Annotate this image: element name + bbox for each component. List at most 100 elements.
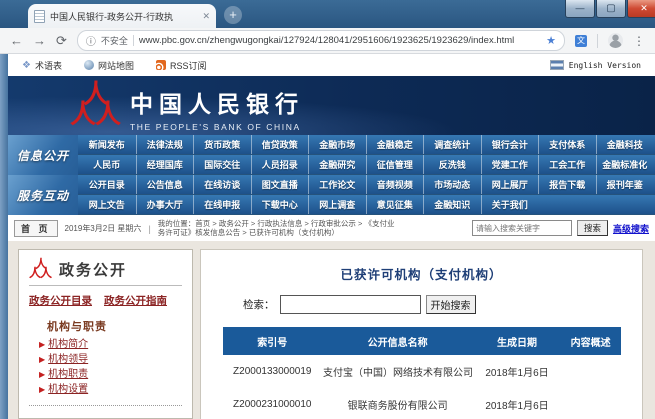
address-bar[interactable]: 不安全 www.pbc.gov.cn/zhengwugongkai/127924…: [77, 30, 565, 51]
glossary-label: 术语表: [35, 59, 62, 72]
nav-item[interactable]: 公告信息: [136, 175, 194, 194]
nav-item[interactable]: 工会工作: [538, 155, 596, 174]
site-search-input[interactable]: [472, 220, 572, 236]
browser-window: 中国人民银行-政务公开-行政执 不安全 www.pbc.gov.cn/zheng…: [0, 0, 655, 419]
close-button[interactable]: [627, 0, 655, 18]
content-search-input[interactable]: [280, 295, 421, 314]
sidebar-title: 政务公开: [59, 259, 127, 280]
nav-item[interactable]: 法律法规: [136, 135, 194, 154]
nav-label-service-interaction[interactable]: 服务互动: [8, 175, 78, 215]
nav-item[interactable]: 金融研究: [308, 155, 366, 174]
sitemap-link[interactable]: 网站地图: [84, 59, 134, 72]
nav-item[interactable]: 党建工作: [481, 155, 539, 174]
sitemap-label: 网站地图: [98, 59, 134, 72]
nav-item[interactable]: 网上文告: [78, 195, 136, 214]
nav-item[interactable]: 办事大厅: [136, 195, 194, 214]
window-frame-edge: [0, 54, 8, 419]
nav-item[interactable]: 网上调查: [308, 195, 366, 214]
nav-item[interactable]: 金融稳定: [366, 135, 424, 154]
license-table: 索引号公开信息名称生成日期内容概述 Z2000133000019 支付宝（中国）…: [223, 327, 621, 419]
nav-item[interactable]: 货币政策: [193, 135, 251, 154]
new-tab-button[interactable]: [224, 6, 242, 24]
profile-avatar[interactable]: [608, 33, 623, 48]
translate-icon[interactable]: [575, 35, 587, 47]
nav-item[interactable]: 报告下载: [538, 175, 596, 194]
nav-item[interactable]: 报刊年鉴: [596, 175, 654, 194]
nav-item[interactable]: 图文直播: [251, 175, 309, 194]
table-header-cell: 公开信息名称: [322, 327, 473, 355]
sidebar-top-link[interactable]: 政务公开指南: [104, 293, 167, 308]
pbc-emblem-icon: 人人人: [70, 81, 118, 129]
info-name-cell: 银联商务股份有限公司: [322, 388, 473, 419]
nav-item[interactable]: 新闻发布: [78, 135, 136, 154]
sitemap-globe-icon: [84, 60, 94, 70]
sidebar-item-label: 机构领导: [48, 352, 88, 367]
nav-row: 网上文告办事大厅在线申报下载中心网上调查意见征集金融知识关于我们: [78, 195, 655, 215]
sidebar-item[interactable]: 机构职责: [39, 367, 182, 382]
page-favicon-icon: [34, 10, 45, 23]
sidebar-item-group: 机构简介 机构领导 机构职责: [29, 337, 182, 397]
nav-item[interactable]: 意见征集: [366, 195, 424, 214]
tab-close-icon[interactable]: [202, 11, 210, 22]
bookmark-star-icon[interactable]: [546, 34, 556, 47]
index-number-cell: Z2000133000019: [223, 355, 323, 388]
nav-item[interactable]: 在线访谈: [193, 175, 251, 194]
glossary-link[interactable]: 术语表: [22, 59, 62, 72]
nav-item[interactable]: 银行会计: [481, 135, 539, 154]
nav-item[interactable]: 市场动态: [423, 175, 481, 194]
minimize-button[interactable]: [565, 0, 595, 18]
nav-item[interactable]: 征信管理: [366, 155, 424, 174]
sidebar-item[interactable]: 机构领导: [39, 352, 182, 367]
sidebar-item[interactable]: 机构简介: [39, 337, 182, 352]
nav-item[interactable]: 金融市场: [308, 135, 366, 154]
main-navigation: 信息公开 新闻发布法律法规货币政策信贷政策金融市场金融稳定调查统计银行会计支付体…: [8, 135, 655, 215]
sidebar-top-link[interactable]: 政务公开目录: [29, 293, 92, 308]
site-utility-bar: 术语表 网站地图 RSS订阅 English Version: [8, 54, 655, 76]
nav-item[interactable]: 人民币: [78, 155, 136, 174]
glossary-icon: [22, 60, 31, 71]
nav-section-info: 信息公开 新闻发布法律法规货币政策信贷政策金融市场金融稳定调查统计银行会计支付体…: [8, 135, 655, 175]
home-button[interactable]: 首 页: [14, 220, 58, 237]
divider: [148, 219, 150, 237]
nav-item[interactable]: 人员招录: [251, 155, 309, 174]
nav-item[interactable]: 经理国库: [136, 155, 194, 174]
nav-item[interactable]: 公开目录: [78, 175, 136, 194]
bullet-arrow-icon: [39, 382, 45, 397]
nav-item[interactable]: 金融标准化: [596, 155, 654, 174]
divider: [133, 35, 134, 46]
back-icon[interactable]: [10, 34, 23, 47]
nav-item[interactable]: 关于我们: [481, 195, 539, 214]
nav-item[interactable]: 工作论文: [308, 175, 366, 194]
nav-item[interactable]: 调查统计: [423, 135, 481, 154]
rss-link[interactable]: RSS订阅: [156, 59, 207, 72]
window-controls: [565, 0, 655, 18]
nav-item[interactable]: 下载中心: [251, 195, 309, 214]
rss-label: RSS订阅: [170, 59, 207, 72]
site-search-button[interactable]: 搜索: [577, 220, 608, 236]
summary-cell: [561, 388, 621, 419]
sidebar-item-label: 机构简介: [48, 337, 88, 352]
nav-label-info-disclosure[interactable]: 信息公开: [8, 135, 78, 175]
advanced-search-link[interactable]: 高级搜索: [613, 222, 649, 235]
browser-menu-icon[interactable]: [633, 34, 645, 48]
start-search-button[interactable]: 开始搜索: [426, 295, 476, 314]
site-header-banner: 人人人 中国人民银行 THE PEOPLE'S BANK OF CHINA: [8, 76, 655, 135]
nav-item[interactable]: 国际交往: [193, 155, 251, 174]
nav-item[interactable]: 在线申报: [193, 195, 251, 214]
nav-item[interactable]: 音频视频: [366, 175, 424, 194]
nav-item[interactable]: 网上展厅: [481, 175, 539, 194]
breadcrumb: 我的位置：首页 > 政务公开 > 行政执法信息 > 行政审批公示 > 《支付业务…: [158, 219, 396, 237]
site-info-icon[interactable]: [86, 32, 96, 50]
reload-icon[interactable]: [56, 34, 67, 47]
nav-item[interactable]: 信贷政策: [251, 135, 309, 154]
browser-tab[interactable]: 中国人民银行-政务公开-行政执: [28, 4, 216, 28]
nav-item[interactable]: 支付体系: [538, 135, 596, 154]
sidebar-item[interactable]: 机构设置: [39, 382, 182, 397]
forward-icon[interactable]: [33, 34, 46, 47]
maximize-button[interactable]: [596, 0, 626, 18]
nav-item[interactable]: 反洗钱: [423, 155, 481, 174]
table-header-cell: 生成日期: [473, 327, 561, 355]
nav-item[interactable]: 金融知识: [423, 195, 481, 214]
english-version-link[interactable]: English Version: [550, 60, 641, 70]
nav-item[interactable]: 金融科技: [596, 135, 654, 154]
